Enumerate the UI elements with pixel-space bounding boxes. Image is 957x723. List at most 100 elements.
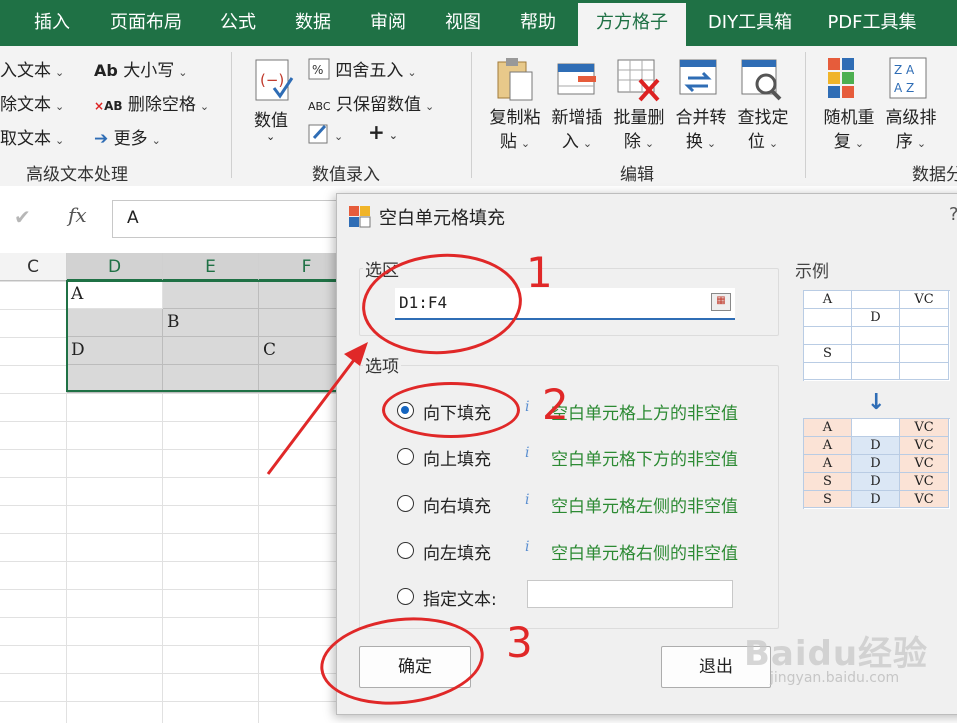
tab-fangfang[interactable]: 方方格子 bbox=[578, 3, 686, 46]
annotation-number-1: 1 bbox=[526, 248, 553, 297]
tab-help[interactable]: 帮助 bbox=[506, 0, 570, 46]
cell-d1[interactable]: A bbox=[67, 281, 163, 309]
arrow-right-icon: ➔ bbox=[94, 129, 109, 149]
column-header-e[interactable]: E bbox=[163, 253, 259, 281]
value-icon: (−) bbox=[255, 59, 294, 101]
example-cell: A bbox=[804, 419, 852, 437]
value-button[interactable]: (−) bbox=[252, 58, 296, 108]
copy-paste-button[interactable]: 复制粘贴 ⌄ bbox=[486, 106, 544, 156]
fill-right-label[interactable]: 向右填充 bbox=[423, 492, 491, 517]
tab-page-layout[interactable]: 页面布局 bbox=[96, 0, 196, 46]
value-button-label: 数值 bbox=[254, 111, 288, 131]
random-repeat-button[interactable]: 随机重复 ⌄ bbox=[820, 106, 878, 156]
custom-text-input[interactable] bbox=[527, 580, 733, 608]
abc-icon: ABC bbox=[308, 100, 331, 113]
batch-delete-button[interactable]: 批量删除 ⌄ bbox=[610, 106, 668, 156]
fill-down-desc: 空白单元格上方的非空值 bbox=[551, 404, 738, 424]
example-cell: VC bbox=[900, 419, 949, 437]
value-caret-icon: ⌄ bbox=[266, 130, 276, 143]
example-cell: D bbox=[852, 491, 900, 508]
svg-text:(−): (−) bbox=[260, 71, 284, 89]
plus-button[interactable]: + ⌄ bbox=[368, 120, 398, 144]
text-insert-button[interactable]: 入文本 ⌄ bbox=[0, 56, 64, 81]
example-cell: S bbox=[804, 491, 852, 508]
tab-pdf-tools[interactable]: PDF工具集 bbox=[814, 0, 930, 46]
remove-spaces-button[interactable]: ×AB 删除空格 ⌄ bbox=[94, 90, 209, 115]
info-icon: i bbox=[525, 539, 530, 555]
example-cell bbox=[900, 345, 949, 363]
example-cell: S bbox=[804, 473, 852, 491]
tab-formulas[interactable]: 公式 bbox=[206, 0, 270, 46]
watermark-url: jingyan.baidu.com bbox=[770, 670, 900, 686]
fill-up-label[interactable]: 向上填充 bbox=[423, 445, 491, 470]
text-extract-button[interactable]: 取文本 ⌄ bbox=[0, 124, 64, 149]
range-picker-icon[interactable]: ▦ bbox=[711, 293, 731, 311]
edit-value-button[interactable]: ⌄ bbox=[308, 122, 343, 145]
svg-text:%: % bbox=[312, 63, 323, 77]
radio-fill-up[interactable] bbox=[397, 448, 414, 465]
group-label-edit: 编辑 bbox=[620, 165, 654, 185]
insert-function-icon[interactable]: fx bbox=[68, 203, 87, 227]
cell-e2[interactable]: B bbox=[163, 309, 259, 337]
advanced-sort-icon: Z A A Z bbox=[888, 56, 932, 106]
example-cell: VC bbox=[900, 491, 949, 508]
round-button[interactable]: % 四舍五入 ⌄ bbox=[308, 56, 417, 81]
tab-data[interactable]: 数据 bbox=[280, 0, 346, 46]
enter-check-icon[interactable]: ✔ bbox=[14, 205, 31, 229]
example-after-table: A VC A D VC A D VC S D VC S D VC bbox=[803, 418, 950, 509]
annotation-number-3: 3 bbox=[506, 618, 533, 667]
fill-left-label[interactable]: 向左填充 bbox=[423, 539, 491, 564]
column-header-d[interactable]: D bbox=[67, 253, 163, 281]
column-header-c[interactable]: C bbox=[0, 253, 67, 281]
example-cell: VC bbox=[900, 455, 949, 473]
tab-insert[interactable]: 插入 bbox=[18, 0, 86, 46]
radio-fill-right[interactable] bbox=[397, 495, 414, 512]
annotation-arrow bbox=[266, 342, 368, 475]
example-cell bbox=[804, 327, 852, 345]
keep-values-button[interactable]: ABC 只保留数值 ⌄ bbox=[308, 90, 434, 115]
formula-input[interactable]: A bbox=[112, 200, 354, 238]
radio-custom-text[interactable] bbox=[397, 588, 414, 605]
find-locate-button[interactable]: 查找定位 ⌄ bbox=[734, 106, 792, 156]
more-button[interactable]: ➔ 更多 ⌄ bbox=[94, 124, 161, 149]
example-cell bbox=[900, 363, 949, 380]
radio-fill-left[interactable] bbox=[397, 542, 414, 559]
insert-button[interactable]: 新增插入 ⌄ bbox=[548, 106, 606, 156]
tab-review[interactable]: 审阅 bbox=[356, 0, 420, 46]
example-cell: D bbox=[852, 437, 900, 455]
batch-delete-icon bbox=[616, 56, 662, 106]
merge-convert-icon bbox=[678, 56, 722, 106]
example-cell: D bbox=[852, 473, 900, 491]
advanced-sort-button[interactable]: 高级排序 ⌄ bbox=[882, 106, 940, 156]
cell-d3[interactable]: D bbox=[67, 337, 163, 365]
plus-icon: + bbox=[368, 120, 385, 144]
custom-text-label[interactable]: 指定文本: bbox=[423, 585, 497, 610]
example-cell: A bbox=[804, 291, 852, 309]
grid-line bbox=[258, 392, 259, 723]
formula-value: A bbox=[127, 208, 139, 228]
example-cell bbox=[804, 363, 852, 380]
arrow-down-icon: ↓ bbox=[867, 390, 886, 415]
example-cell bbox=[852, 327, 900, 345]
example-cell: D bbox=[852, 309, 900, 327]
tab-diy-toolbox[interactable]: DIY工具箱 bbox=[696, 0, 804, 46]
watermark-logo: Baidu经验 bbox=[744, 634, 929, 674]
example-before-table: A VC D S bbox=[803, 290, 950, 381]
insert-icon bbox=[556, 56, 600, 106]
group-label-value: 数值录入 bbox=[312, 165, 380, 185]
example-cell: A bbox=[804, 437, 852, 455]
cell-e3[interactable] bbox=[163, 337, 259, 365]
example-cell bbox=[852, 291, 900, 309]
merge-convert-button[interactable]: 合并转换 ⌄ bbox=[672, 106, 730, 156]
dialog-app-icon bbox=[349, 206, 371, 228]
cell-d4[interactable] bbox=[67, 365, 163, 393]
help-icon[interactable]: ? bbox=[949, 204, 957, 225]
cell-d2[interactable] bbox=[67, 309, 163, 337]
cell-e1[interactable] bbox=[163, 281, 259, 309]
example-cell: A bbox=[804, 455, 852, 473]
text-remove-button[interactable]: 除文本 ⌄ bbox=[0, 90, 64, 115]
tab-view[interactable]: 视图 bbox=[430, 0, 496, 46]
cell-e4[interactable] bbox=[163, 365, 259, 393]
case-button[interactable]: Ab 大小写 ⌄ bbox=[94, 56, 187, 81]
example-cell: D bbox=[852, 455, 900, 473]
